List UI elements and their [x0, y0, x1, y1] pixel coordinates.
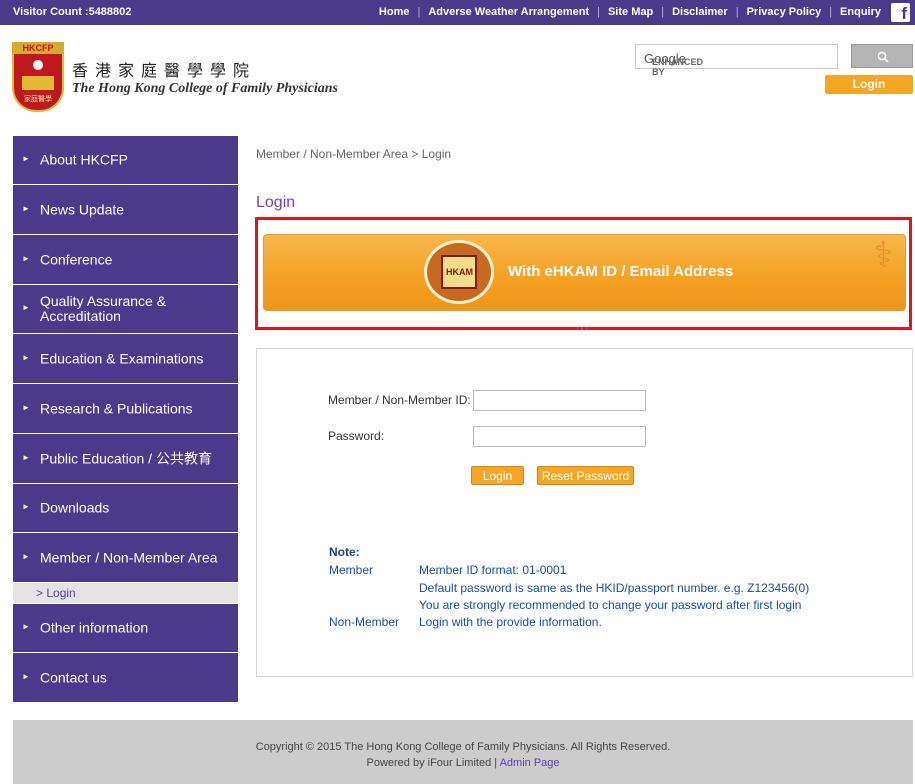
- member-id-input[interactable]: [473, 390, 646, 411]
- sidebar-item-member-area[interactable]: ► Member / Non-Member Area: [13, 533, 238, 583]
- arrow-right-icon: ►: [22, 253, 30, 263]
- top-bar: Visitor Count :5488802 Home | Adverse We…: [0, 0, 915, 25]
- arrow-right-icon: ►: [22, 502, 30, 511]
- ehkam-login-banner[interactable]: HKAM With eHKAM ID / Email Address ⚕: [263, 234, 906, 311]
- sidebar-item-downloads[interactable]: ► Downloads: [13, 484, 238, 533]
- sidebar-item-education[interactable]: ► Education & Examinations: [13, 334, 238, 384]
- note-member-label: Member: [329, 563, 374, 577]
- reset-password-button[interactable]: Reset Password: [537, 466, 634, 485]
- top-link-enquiry[interactable]: Enquiry: [840, 6, 881, 18]
- top-link-adverse-weather[interactable]: Adverse Weather Arrangement: [428, 6, 589, 18]
- decorative-pattern-icon: ⚕: [873, 235, 893, 276]
- password-label: Password:: [328, 429, 385, 443]
- facebook-icon[interactable]: f: [891, 3, 910, 23]
- sidebar-item-news-update[interactable]: ► News Update: [13, 185, 238, 235]
- admin-page-link[interactable]: Admin Page: [500, 757, 560, 769]
- top-link-disclaimer[interactable]: Disclaimer: [672, 6, 728, 18]
- top-links: Home | Adverse Weather Arrangement | Sit…: [378, 6, 881, 18]
- search-input[interactable]: ENHANCED BY Google: [635, 44, 838, 77]
- note-member-line: Default password is same as the HKID/pas…: [419, 581, 810, 595]
- search-icon: [877, 51, 889, 63]
- password-input[interactable]: [473, 426, 646, 447]
- sidebar-item-public-education[interactable]: ► Public Education / 公共教育: [13, 434, 238, 484]
- visitor-count: Visitor Count :5488802: [13, 6, 132, 18]
- footer: Copyright © 2015 The Hong Kong College o…: [13, 720, 913, 784]
- sidebar-nav: ► About HKCFP ► News Update ► Conference…: [13, 136, 238, 703]
- top-link-home[interactable]: Home: [379, 6, 410, 18]
- logo-abbr: HKCFP: [12, 42, 64, 54]
- search-button[interactable]: [851, 44, 913, 68]
- college-logo[interactable]: HKCFP 家庭醫學: [12, 42, 64, 116]
- sidebar-subitem-login[interactable]: > Login: [13, 583, 238, 604]
- arrow-right-icon: ►: [22, 671, 30, 681]
- note-member-line: Member ID format: 01-0001: [419, 563, 567, 577]
- footer-copyright: Copyright © 2015 The Hong Kong College o…: [255, 741, 671, 753]
- sidebar-item-conference[interactable]: ► Conference: [13, 235, 238, 285]
- note-heading: Note:: [329, 545, 360, 559]
- college-name-chinese: 香港家庭醫學學院: [72, 61, 257, 80]
- top-link-privacy-policy[interactable]: Privacy Policy: [747, 6, 822, 18]
- banner-seal-text: HKAM: [446, 267, 473, 277]
- search-label: ENHANCED BY: [652, 57, 704, 77]
- page-title: Login: [256, 194, 296, 211]
- logo-shield-icon: 家庭醫學: [12, 54, 64, 112]
- footer-powered: Powered by iFour Limited | Admin Page: [13, 757, 913, 769]
- logo-motto: 家庭醫學: [24, 96, 52, 103]
- arrow-right-icon: ►: [22, 551, 30, 561]
- note-nonmember-line: Login with the provide information.: [419, 615, 602, 629]
- login-button[interactable]: Login: [471, 466, 524, 485]
- arrow-right-icon: ►: [22, 352, 30, 362]
- member-id-label: Member / Non-Member ID:: [328, 393, 471, 407]
- breadcrumb: Member / Non-Member Area > Login: [256, 147, 452, 161]
- note-nonmember-label: Non-Member: [329, 615, 400, 629]
- footer-powered-by: Powered by iFour Limited |: [366, 757, 498, 769]
- arrow-right-icon: ►: [22, 154, 30, 163]
- arrow-right-icon: ►: [22, 402, 30, 412]
- arrow-right-icon: ►: [22, 203, 30, 213]
- sidebar-item-about[interactable]: ► About HKCFP: [13, 136, 238, 185]
- hkam-seal-icon: HKAM: [424, 240, 494, 304]
- top-link-site-map[interactable]: Site Map: [608, 6, 653, 18]
- banner-caption-mark: □□: [577, 324, 587, 333]
- sidebar-item-other-information[interactable]: ► Other information: [13, 604, 238, 653]
- arrow-right-icon: ►: [22, 452, 30, 462]
- header-login-button[interactable]: Login: [825, 75, 913, 94]
- sidebar-item-quality-assurance[interactable]: ► Quality Assurance & Accreditation: [13, 285, 238, 334]
- arrow-right-icon: ►: [22, 622, 30, 631]
- banner-label: With eHKAM ID / Email Address: [508, 263, 734, 280]
- note-member-line: You are strongly recommended to change y…: [419, 598, 802, 612]
- arrow-right-icon: ►: [22, 303, 30, 312]
- sidebar-item-research[interactable]: ► Research & Publications: [13, 384, 238, 434]
- college-name-english: The Hong Kong College of Family Physicia…: [72, 81, 339, 96]
- sidebar-item-contact-us[interactable]: ► Contact us: [13, 653, 238, 703]
